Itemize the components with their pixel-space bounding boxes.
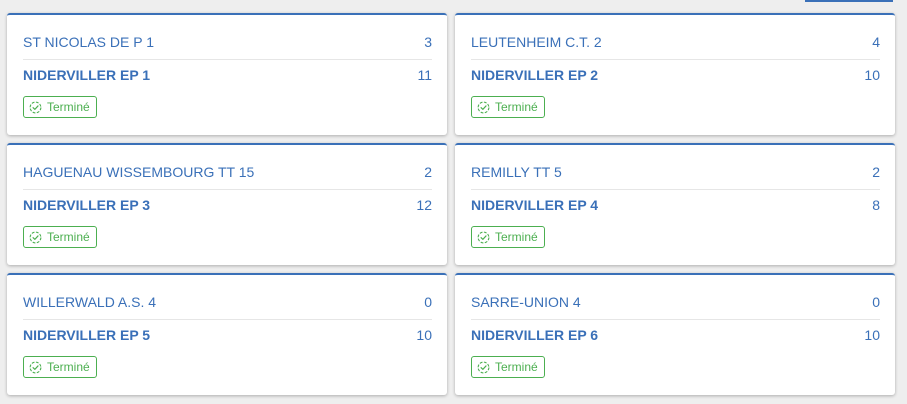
status-label: Terminé [47, 100, 90, 114]
check-circle-dashed-icon [477, 101, 490, 113]
away-team-row: NIDERVILLER EP 2 10 [471, 67, 880, 83]
away-team-row: NIDERVILLER EP 1 11 [23, 67, 432, 83]
away-team-score: 10 [416, 327, 432, 343]
divider [471, 59, 880, 60]
home-team-score: 2 [872, 164, 880, 180]
status-label: Terminé [495, 100, 538, 114]
divider [23, 189, 432, 190]
status-label: Terminé [47, 230, 90, 244]
active-tab-indicator [805, 0, 893, 2]
home-team-row: HAGUENAU WISSEMBOURG TT 15 2 [23, 164, 432, 180]
home-team-score: 0 [424, 294, 432, 310]
away-team-score: 12 [416, 197, 432, 213]
home-team-score: 4 [872, 34, 880, 50]
away-team-name: NIDERVILLER EP 4 [471, 197, 599, 213]
home-team-score: 2 [424, 164, 432, 180]
away-team-name: NIDERVILLER EP 2 [471, 67, 599, 83]
match-card[interactable]: LEUTENHEIM C.T. 2 4 NIDERVILLER EP 2 10 … [455, 13, 895, 135]
status-label: Terminé [495, 230, 538, 244]
status-badge: Terminé [471, 226, 545, 248]
home-team-name: REMILLY TT 5 [471, 164, 562, 180]
home-team-row: REMILLY TT 5 2 [471, 164, 880, 180]
home-team-score: 0 [872, 294, 880, 310]
away-team-row: NIDERVILLER EP 6 10 [471, 327, 880, 343]
status-badge: Terminé [23, 356, 97, 378]
match-card[interactable]: HAGUENAU WISSEMBOURG TT 15 2 NIDERVILLER… [7, 143, 447, 265]
match-card[interactable]: WILLERWALD A.S. 4 0 NIDERVILLER EP 5 10 … [7, 273, 447, 395]
match-card[interactable]: SARRE-UNION 4 0 NIDERVILLER EP 6 10 Term… [455, 273, 895, 395]
home-team-name: LEUTENHEIM C.T. 2 [471, 34, 602, 50]
home-team-score: 3 [424, 34, 432, 50]
away-team-name: NIDERVILLER EP 3 [23, 197, 151, 213]
away-team-row: NIDERVILLER EP 5 10 [23, 327, 432, 343]
divider [23, 59, 432, 60]
home-team-row: ST NICOLAS DE P 1 3 [23, 34, 432, 50]
away-team-score: 10 [864, 67, 880, 83]
status-label: Terminé [47, 360, 90, 374]
divider [471, 189, 880, 190]
match-card[interactable]: REMILLY TT 5 2 NIDERVILLER EP 4 8 Termin… [455, 143, 895, 265]
check-circle-dashed-icon [477, 231, 490, 243]
away-team-name: NIDERVILLER EP 5 [23, 327, 151, 343]
home-team-row: SARRE-UNION 4 0 [471, 294, 880, 310]
status-badge: Terminé [471, 356, 545, 378]
home-team-row: LEUTENHEIM C.T. 2 4 [471, 34, 880, 50]
away-team-score: 8 [872, 197, 880, 213]
away-team-row: NIDERVILLER EP 3 12 [23, 197, 432, 213]
away-team-name: NIDERVILLER EP 6 [471, 327, 599, 343]
match-card[interactable]: ST NICOLAS DE P 1 3 NIDERVILLER EP 1 11 … [7, 13, 447, 135]
home-team-name: WILLERWALD A.S. 4 [23, 294, 157, 310]
check-circle-dashed-icon [29, 231, 42, 243]
match-grid: ST NICOLAS DE P 1 3 NIDERVILLER EP 1 11 … [7, 13, 895, 395]
check-circle-dashed-icon [29, 101, 42, 113]
home-team-name: HAGUENAU WISSEMBOURG TT 15 [23, 164, 255, 180]
home-team-name: ST NICOLAS DE P 1 [23, 34, 154, 50]
home-team-name: SARRE-UNION 4 [471, 294, 581, 310]
divider [471, 319, 880, 320]
status-badge: Terminé [471, 96, 545, 118]
check-circle-dashed-icon [477, 361, 490, 373]
home-team-row: WILLERWALD A.S. 4 0 [23, 294, 432, 310]
away-team-score: 11 [417, 67, 432, 83]
away-team-score: 10 [864, 327, 880, 343]
status-badge: Terminé [23, 226, 97, 248]
away-team-name: NIDERVILLER EP 1 [23, 67, 151, 83]
divider [23, 319, 432, 320]
status-label: Terminé [495, 360, 538, 374]
check-circle-dashed-icon [29, 361, 42, 373]
status-badge: Terminé [23, 96, 97, 118]
away-team-row: NIDERVILLER EP 4 8 [471, 197, 880, 213]
